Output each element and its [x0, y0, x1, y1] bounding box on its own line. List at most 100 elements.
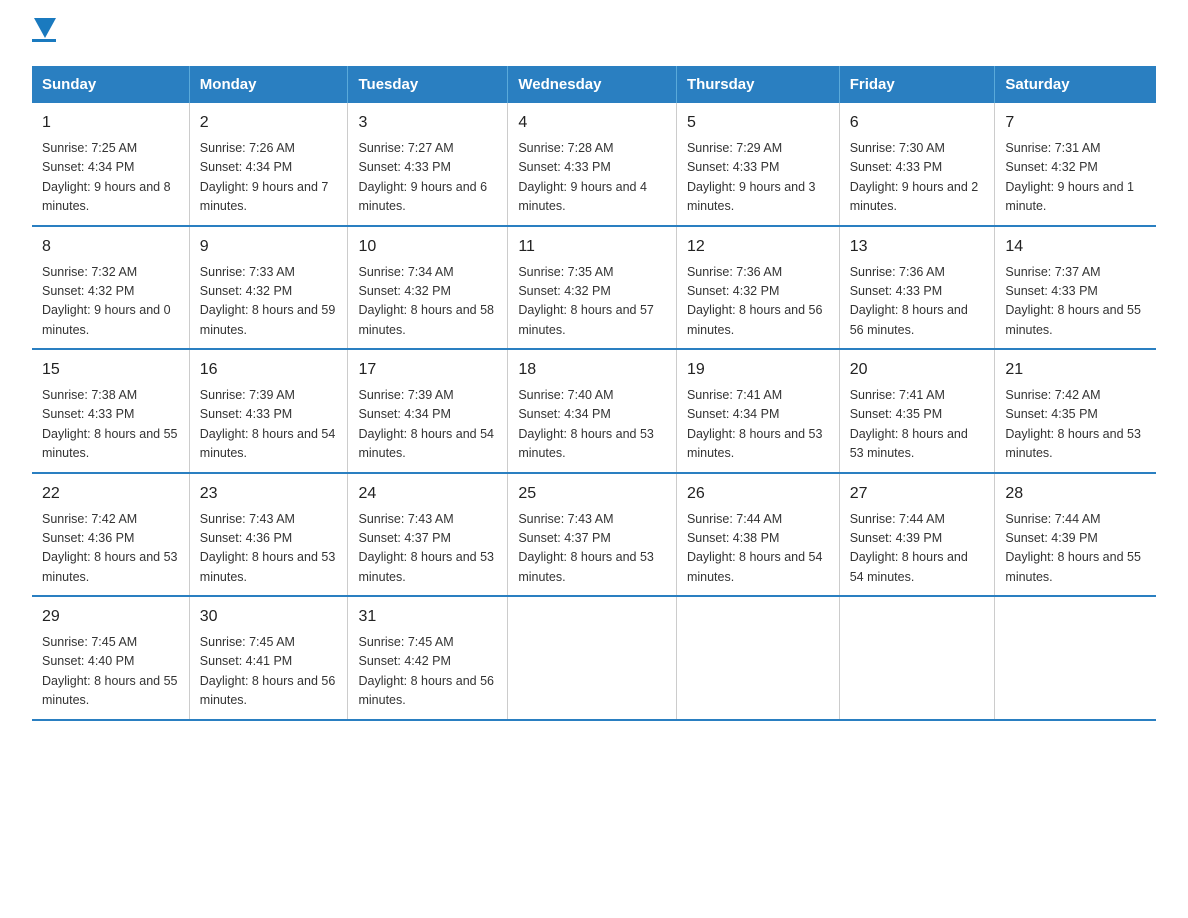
day-cell: 3Sunrise: 7:27 AMSunset: 4:33 PMDaylight… — [348, 103, 508, 226]
day-number: 3 — [358, 111, 497, 135]
day-info: Sunrise: 7:45 AMSunset: 4:41 PMDaylight:… — [200, 633, 338, 711]
day-info: Sunrise: 7:44 AMSunset: 4:39 PMDaylight:… — [850, 510, 985, 588]
day-cell: 25 Sunrise: 7:43 AMSunset: 4:37 PMDayligh… — [508, 473, 677, 597]
week-row-2: 8Sunrise: 7:32 AMSunset: 4:32 PMDaylight… — [32, 226, 1156, 350]
header-cell-thursday: Thursday — [676, 66, 839, 103]
day-cell: 8Sunrise: 7:32 AMSunset: 4:32 PMDaylight… — [32, 226, 189, 350]
calendar-header: SundayMondayTuesdayWednesdayThursdayFrid… — [32, 66, 1156, 103]
day-number: 23 — [200, 482, 338, 506]
day-number: 19 — [687, 358, 829, 382]
day-cell: 29 Sunrise: 7:45 AMSunset: 4:40 PMDayligh… — [32, 596, 189, 720]
day-cell: 18 Sunrise: 7:40 AMSunset: 4:34 PMDayligh… — [508, 349, 677, 473]
day-number: 20 — [850, 358, 985, 382]
day-cell — [508, 596, 677, 720]
day-info: Sunrise: 7:26 AMSunset: 4:34 PMDaylight:… — [200, 139, 338, 217]
day-number: 26 — [687, 482, 829, 506]
day-number: 31 — [358, 605, 497, 629]
day-cell: 15 Sunrise: 7:38 AMSunset: 4:33 PMDayligh… — [32, 349, 189, 473]
day-cell: 30 Sunrise: 7:45 AMSunset: 4:41 PMDayligh… — [189, 596, 348, 720]
day-number: 2 — [200, 111, 338, 135]
day-info: Sunrise: 7:25 AMSunset: 4:34 PMDaylight:… — [42, 139, 179, 217]
day-number: 16 — [200, 358, 338, 382]
day-number: 6 — [850, 111, 985, 135]
day-cell: 4 Sunrise: 7:28 AMSunset: 4:33 PMDaylight… — [508, 103, 677, 226]
week-row-3: 15 Sunrise: 7:38 AMSunset: 4:33 PMDayligh… — [32, 349, 1156, 473]
header-cell-sunday: Sunday — [32, 66, 189, 103]
day-number: 24 — [358, 482, 497, 506]
day-info: Sunrise: 7:43 AMSunset: 4:37 PMDaylight:… — [358, 510, 497, 588]
day-cell: 5 Sunrise: 7:29 AMSunset: 4:33 PMDaylight… — [676, 103, 839, 226]
day-cell: 9Sunrise: 7:33 AMSunset: 4:32 PMDaylight… — [189, 226, 348, 350]
day-cell: 20Sunrise: 7:41 AMSunset: 4:35 PMDayligh… — [839, 349, 995, 473]
day-info: Sunrise: 7:37 AMSunset: 4:33 PMDaylight:… — [1005, 263, 1146, 341]
day-number: 25 — [518, 482, 666, 506]
logo-triangle-icon — [34, 18, 56, 38]
day-number: 14 — [1005, 235, 1146, 259]
day-cell: 6 Sunrise: 7:30 AMSunset: 4:33 PMDaylight… — [839, 103, 995, 226]
day-info: Sunrise: 7:33 AMSunset: 4:32 PMDaylight:… — [200, 263, 338, 341]
day-info: Sunrise: 7:40 AMSunset: 4:34 PMDaylight:… — [518, 386, 666, 464]
day-cell: 19 Sunrise: 7:41 AMSunset: 4:34 PMDayligh… — [676, 349, 839, 473]
week-row-5: 29 Sunrise: 7:45 AMSunset: 4:40 PMDayligh… — [32, 596, 1156, 720]
day-info: Sunrise: 7:44 AMSunset: 4:39 PMDaylight:… — [1005, 510, 1146, 588]
day-info: Sunrise: 7:38 AMSunset: 4:33 PMDaylight:… — [42, 386, 179, 464]
day-number: 12 — [687, 235, 829, 259]
day-info: Sunrise: 7:39 AMSunset: 4:33 PMDaylight:… — [200, 386, 338, 464]
day-info: Sunrise: 7:35 AMSunset: 4:32 PMDaylight:… — [518, 263, 666, 341]
day-info: Sunrise: 7:43 AMSunset: 4:37 PMDaylight:… — [518, 510, 666, 588]
day-number: 30 — [200, 605, 338, 629]
day-cell: 28 Sunrise: 7:44 AMSunset: 4:39 PMDayligh… — [995, 473, 1156, 597]
day-cell — [995, 596, 1156, 720]
day-cell — [839, 596, 995, 720]
header-cell-wednesday: Wednesday — [508, 66, 677, 103]
day-cell: 12 Sunrise: 7:36 AMSunset: 4:32 PMDayligh… — [676, 226, 839, 350]
header-cell-friday: Friday — [839, 66, 995, 103]
day-info: Sunrise: 7:43 AMSunset: 4:36 PMDaylight:… — [200, 510, 338, 588]
day-number: 18 — [518, 358, 666, 382]
logo — [32, 24, 56, 42]
header-cell-saturday: Saturday — [995, 66, 1156, 103]
day-number: 7 — [1005, 111, 1146, 135]
day-number: 8 — [42, 235, 179, 259]
day-info: Sunrise: 7:30 AMSunset: 4:33 PMDaylight:… — [850, 139, 985, 217]
logo-underline — [32, 39, 56, 42]
day-number: 1 — [42, 111, 179, 135]
day-info: Sunrise: 7:34 AMSunset: 4:32 PMDaylight:… — [358, 263, 497, 341]
day-number: 27 — [850, 482, 985, 506]
day-info: Sunrise: 7:29 AMSunset: 4:33 PMDaylight:… — [687, 139, 829, 217]
day-info: Sunrise: 7:36 AMSunset: 4:33 PMDaylight:… — [850, 263, 985, 341]
calendar-table: SundayMondayTuesdayWednesdayThursdayFrid… — [32, 66, 1156, 721]
day-cell: 2 Sunrise: 7:26 AMSunset: 4:34 PMDaylight… — [189, 103, 348, 226]
day-number: 21 — [1005, 358, 1146, 382]
day-cell: 7 Sunrise: 7:31 AMSunset: 4:32 PMDaylight… — [995, 103, 1156, 226]
day-info: Sunrise: 7:28 AMSunset: 4:33 PMDaylight:… — [518, 139, 666, 217]
page-header — [32, 24, 1156, 42]
day-cell: 10 Sunrise: 7:34 AMSunset: 4:32 PMDayligh… — [348, 226, 508, 350]
day-cell: 16 Sunrise: 7:39 AMSunset: 4:33 PMDayligh… — [189, 349, 348, 473]
week-row-1: 1 Sunrise: 7:25 AMSunset: 4:34 PMDaylight… — [32, 103, 1156, 226]
day-number: 15 — [42, 358, 179, 382]
day-info: Sunrise: 7:45 AMSunset: 4:40 PMDaylight:… — [42, 633, 179, 711]
day-info: Sunrise: 7:44 AMSunset: 4:38 PMDaylight:… — [687, 510, 829, 588]
day-number: 10 — [358, 235, 497, 259]
calendar-body: 1 Sunrise: 7:25 AMSunset: 4:34 PMDaylight… — [32, 103, 1156, 720]
day-info: Sunrise: 7:31 AMSunset: 4:32 PMDaylight:… — [1005, 139, 1146, 217]
day-info: Sunrise: 7:42 AMSunset: 4:35 PMDaylight:… — [1005, 386, 1146, 464]
day-number: 4 — [518, 111, 666, 135]
day-number: 28 — [1005, 482, 1146, 506]
week-row-4: 22Sunrise: 7:42 AMSunset: 4:36 PMDayligh… — [32, 473, 1156, 597]
day-info: Sunrise: 7:45 AMSunset: 4:42 PMDaylight:… — [358, 633, 497, 711]
day-number: 5 — [687, 111, 829, 135]
day-cell: 11Sunrise: 7:35 AMSunset: 4:32 PMDayligh… — [508, 226, 677, 350]
day-cell: 14 Sunrise: 7:37 AMSunset: 4:33 PMDayligh… — [995, 226, 1156, 350]
day-cell: 23 Sunrise: 7:43 AMSunset: 4:36 PMDayligh… — [189, 473, 348, 597]
header-cell-monday: Monday — [189, 66, 348, 103]
day-cell: 13Sunrise: 7:36 AMSunset: 4:33 PMDayligh… — [839, 226, 995, 350]
day-cell — [676, 596, 839, 720]
day-info: Sunrise: 7:36 AMSunset: 4:32 PMDaylight:… — [687, 263, 829, 341]
day-number: 29 — [42, 605, 179, 629]
day-info: Sunrise: 7:41 AMSunset: 4:34 PMDaylight:… — [687, 386, 829, 464]
day-info: Sunrise: 7:39 AMSunset: 4:34 PMDaylight:… — [358, 386, 497, 464]
day-number: 17 — [358, 358, 497, 382]
day-number: 22 — [42, 482, 179, 506]
